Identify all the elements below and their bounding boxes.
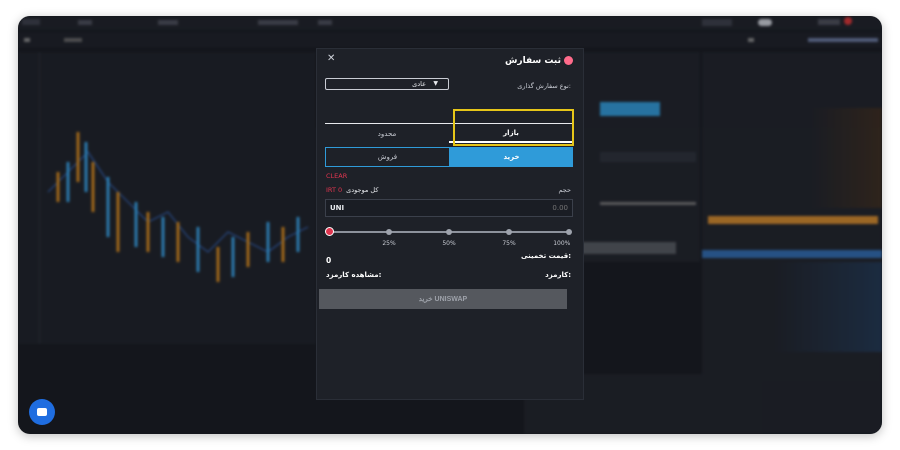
chat-support-button[interactable] (29, 399, 55, 425)
volume-label: حجم (558, 186, 571, 194)
side-tabs: فروش خرید (325, 147, 573, 167)
close-icon[interactable]: ✕ (327, 53, 335, 64)
slider-label-100: 100% (553, 240, 571, 247)
tab-sell[interactable]: فروش (325, 147, 450, 167)
order-modal: ثبت سفارش ✕ نوع سفارش گذاری: عادی ▼ محدو… (316, 48, 584, 400)
sub-toolbar (18, 32, 882, 48)
tab-limit[interactable]: محدود (325, 124, 449, 143)
available-value: IRT 0 (326, 186, 343, 194)
available-label: کل موجودی (346, 186, 379, 194)
modal-title: ثبت سفارش (504, 56, 561, 66)
clear-button[interactable]: CLEAR (326, 172, 347, 180)
view-fee-link[interactable]: مشاهده کارمزد: (326, 271, 381, 279)
order-book-panel (702, 52, 882, 392)
caret-down-icon: ▼ (433, 80, 438, 87)
amount-slider[interactable] (324, 227, 572, 236)
top-navbar (18, 16, 882, 30)
slider-label-25: 25% (382, 240, 396, 247)
slider-mark-25[interactable] (386, 229, 392, 235)
amount-unit: UNI (330, 204, 345, 212)
estimated-price-value: 0 (326, 256, 332, 265)
amount-field: UNI (325, 199, 573, 217)
market-tab-highlight (453, 109, 574, 146)
slider-mark-100[interactable] (566, 229, 572, 235)
amount-input[interactable] (448, 202, 568, 214)
slider-thumb[interactable] (324, 227, 334, 236)
tab-buy[interactable]: خرید (450, 147, 573, 167)
slider-mark-75[interactable] (506, 229, 512, 235)
slider-mark-50[interactable] (446, 229, 452, 235)
uniswap-logo-icon (564, 56, 573, 65)
order-type-select[interactable]: عادی ▼ (325, 78, 449, 90)
estimated-price-label: قیمت تخمینی: (521, 252, 571, 260)
side-order-panel (578, 52, 700, 262)
available-balance: IRT 0 کل موجودی (326, 186, 378, 194)
price-chart-panel (18, 52, 316, 344)
fee-label: کارمزد: (545, 271, 571, 279)
order-type-label: نوع سفارش گذاری: (517, 82, 571, 90)
candles-background (47, 132, 309, 282)
slider-labels: 25% 50% 75% 100% (329, 240, 571, 248)
app-window: ثبت سفارش ✕ نوع سفارش گذاری: عادی ▼ محدو… (18, 16, 882, 434)
submit-buy-button[interactable]: خرید UNISWAP (319, 289, 567, 309)
slider-label-75: 75% (502, 240, 516, 247)
slider-label-50: 50% (442, 240, 456, 247)
chat-icon (37, 408, 47, 416)
order-type-value: عادی (412, 80, 426, 88)
